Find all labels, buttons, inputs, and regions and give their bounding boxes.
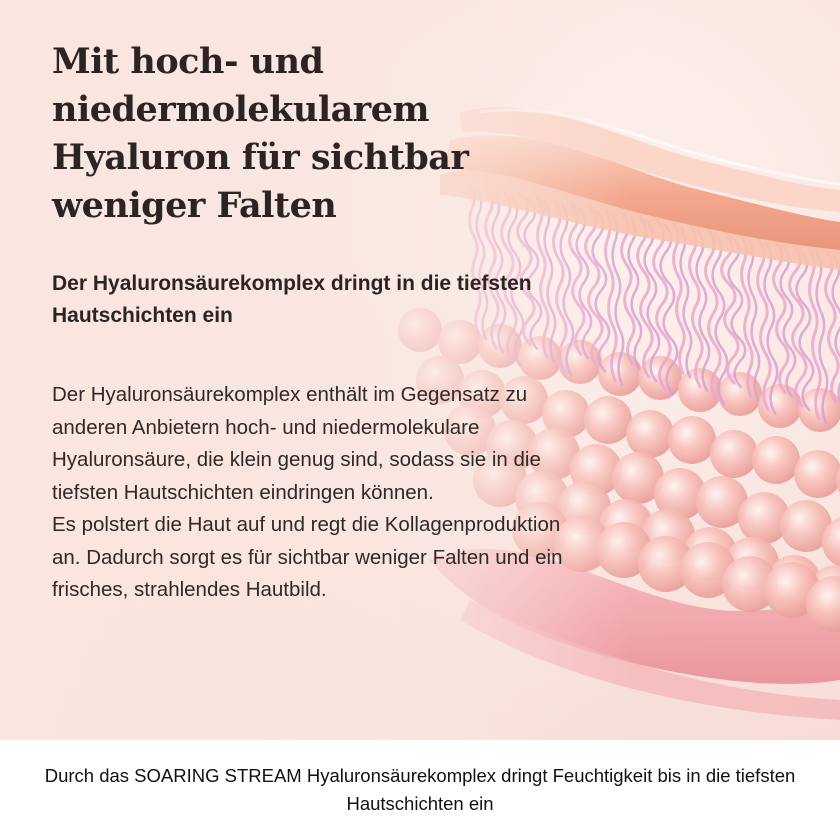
hero-banner: Mit hoch- und niedermolekularem Hyaluron… xyxy=(0,0,840,740)
caption-text: Durch das SOARING STREAM Hyaluronsäureko… xyxy=(44,765,796,814)
subheadline: Der Hyaluronsäurekomplex dringt in die t… xyxy=(52,272,532,327)
body-text: Der Hyaluronsäurekomplex enthält im Gege… xyxy=(52,383,563,601)
headline: Mit hoch- und niedermolekularem Hyaluron… xyxy=(52,41,469,226)
caption-bar: Durch das SOARING STREAM Hyaluronsäureko… xyxy=(0,740,840,840)
